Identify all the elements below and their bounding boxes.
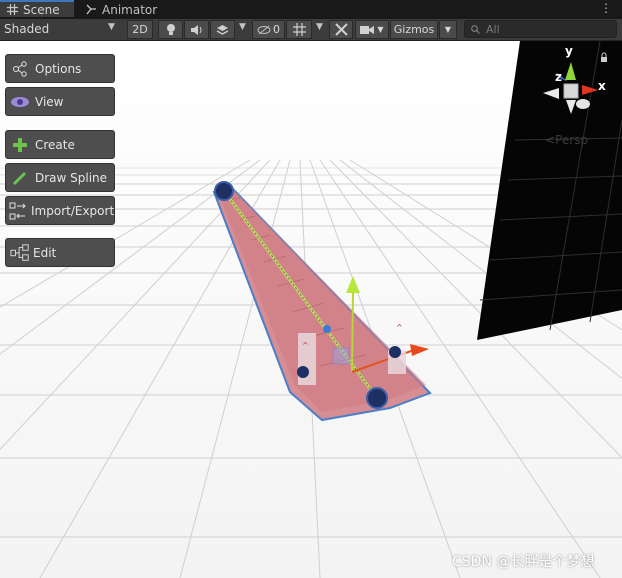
persp-icon: < [545, 133, 556, 147]
view-button[interactable]: View [5, 87, 115, 116]
search-icon [471, 24, 480, 34]
shading-mode-label: Shaded [4, 22, 50, 36]
axis-y-label: y [565, 44, 573, 58]
grid-icon [7, 4, 18, 15]
audio-toggle[interactable] [184, 20, 209, 39]
create-button[interactable]: Create [5, 130, 115, 159]
layers-icon [216, 24, 229, 35]
node-right[interactable] [389, 346, 401, 358]
more-options-icon[interactable]: ⋮ [600, 1, 612, 15]
view-label: View [35, 94, 64, 109]
window-tab-bar: Scene Animator ⋮ [0, 0, 622, 19]
grid-icon [292, 23, 306, 36]
axis-z-label: z [555, 70, 562, 84]
shading-mode-dropdown[interactable]: Shaded ▼ [0, 19, 122, 40]
lighting-toggle[interactable] [158, 20, 183, 39]
tools-toggle[interactable] [329, 20, 353, 39]
tab-scene[interactable]: Scene [0, 0, 74, 17]
speaker-icon [191, 24, 202, 35]
draw-spline-button[interactable]: Draw Spline [5, 163, 115, 192]
chevron-down-icon: ▼ [377, 25, 384, 34]
marker-glyph: ^ [396, 323, 403, 332]
watermark-text: CSDN @长胖是个梦想 [452, 554, 595, 570]
edit-label: Edit [33, 245, 57, 260]
import-export-button[interactable]: Import/Export [5, 196, 115, 225]
plus-icon [10, 135, 30, 155]
control-handle[interactable] [323, 325, 331, 333]
lightbulb-icon [166, 24, 175, 35]
edit-button[interactable]: Edit [5, 238, 115, 267]
projection-toggle[interactable]: <Persp [545, 133, 588, 147]
spline-node-start[interactable] [214, 181, 234, 201]
gizmos-toggle[interactable]: Gizmos [390, 20, 438, 39]
draw-spline-label: Draw Spline [35, 170, 108, 185]
wrench-cross-icon [334, 23, 348, 36]
move-gizmo-plane[interactable] [332, 347, 350, 365]
grid-toggle[interactable] [286, 20, 312, 39]
gizmo-center-cube[interactable] [563, 83, 579, 99]
axis-x-label: x [598, 79, 606, 93]
options-label: Options [35, 61, 82, 76]
tab-animator[interactable]: Animator [86, 0, 157, 19]
marker-glyph: ^ [302, 341, 309, 350]
create-label: Create [35, 137, 75, 152]
tab-scene-label: Scene [23, 2, 60, 17]
edit-nodes-icon [10, 243, 30, 263]
eye-hidden-icon [257, 25, 271, 34]
spline-node-end[interactable] [366, 387, 388, 409]
tab-animator-label: Animator [102, 2, 158, 17]
gizmos-dropdown[interactable]: ▼ [439, 20, 457, 39]
animator-icon [86, 4, 96, 15]
camera-settings-toggle[interactable]: ▼ [355, 20, 389, 39]
effects-toggle[interactable] [210, 20, 235, 39]
toggle-2d-label: 2D [132, 23, 148, 36]
projection-label: Persp [555, 133, 589, 147]
camera-icon [360, 25, 375, 34]
pencil-icon [10, 168, 30, 188]
gizmos-label: Gizmos [393, 23, 435, 36]
import-export-label: Import/Export [31, 203, 115, 218]
options-icon [10, 59, 30, 79]
search-placeholder: All [486, 22, 500, 36]
hidden-count: 0 [273, 23, 280, 36]
scene-render[interactable]: ^ ^ [0, 41, 622, 578]
options-button[interactable]: Options [5, 54, 115, 83]
chevron-down-icon[interactable]: ▼ [239, 22, 246, 32]
hidden-objects-toggle[interactable]: 0 [252, 20, 285, 39]
move-gizmo-y-axis[interactable] [351, 289, 354, 373]
chevron-down-icon: ▼ [444, 25, 452, 34]
import-export-icon [8, 201, 28, 221]
eye-icon [10, 92, 30, 112]
axis-neg-z-cone[interactable] [576, 99, 590, 109]
scene-search-field[interactable]: All [464, 20, 617, 38]
chevron-down-icon: ▼ [108, 22, 115, 32]
chevron-down-icon[interactable]: ▼ [316, 22, 323, 32]
lock-icon[interactable] [601, 57, 607, 62]
toggle-2d-button[interactable]: 2D [127, 20, 153, 39]
scene-viewport[interactable]: ^ ^ y x z <Persp Options View Create Dra… [0, 41, 622, 578]
node-left[interactable] [297, 366, 309, 378]
scene-toolbar: Shaded ▼ 2D ▼ 0 ▼ ▼ Gizmos ▼ All [0, 19, 622, 41]
